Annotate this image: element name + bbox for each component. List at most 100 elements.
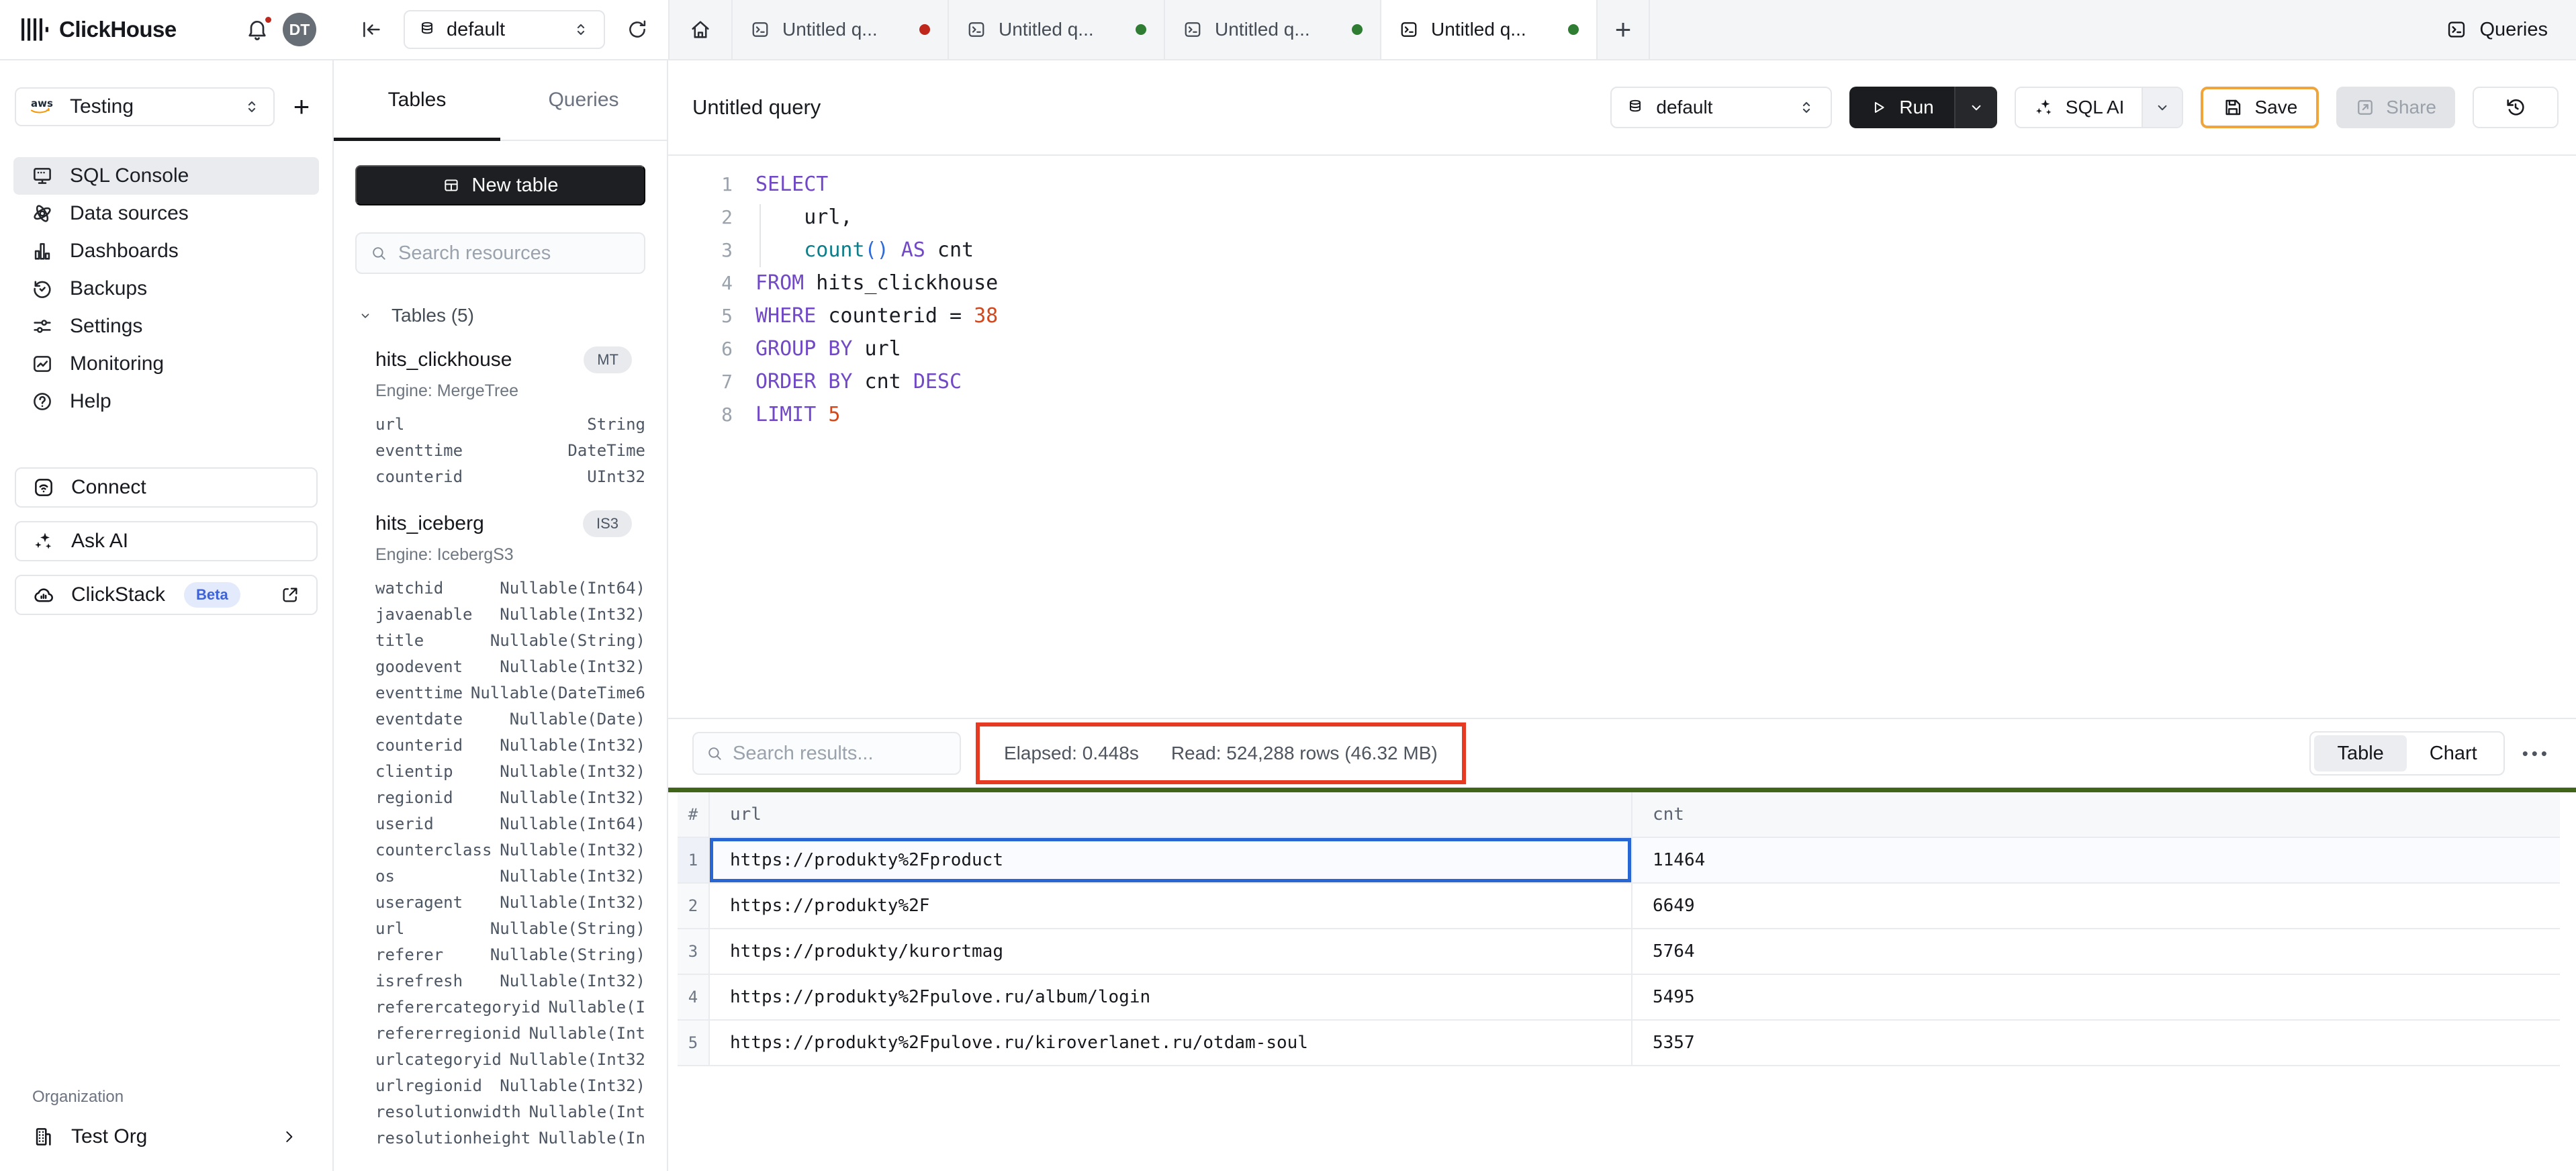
sidebar-action-clickstack[interactable]: ClickStackBeta <box>15 575 318 615</box>
sidebar-item-data-sources[interactable]: Data sources <box>13 195 319 232</box>
column-row[interactable]: titleNullable(String) <box>334 628 667 654</box>
column-row[interactable]: goodeventNullable(Int32) <box>334 654 667 680</box>
share-button[interactable]: Share <box>2336 87 2455 128</box>
column-row[interactable]: eventtimeDateTime <box>334 438 667 464</box>
url-cell[interactable]: https://produkty%2Fproduct <box>710 838 1631 882</box>
column-row[interactable]: counterclassNullable(Int32) <box>334 837 667 863</box>
cnt-cell[interactable]: 5764 <box>1631 929 2560 974</box>
row-index-cell[interactable]: 3 <box>678 929 710 974</box>
query-tab[interactable]: Untitled q... <box>949 0 1165 59</box>
column-row[interactable]: clientipNullable(Int32) <box>334 759 667 785</box>
cnt-cell[interactable]: 11464 <box>1631 838 2560 882</box>
sidebar-item-help[interactable]: Help <box>13 383 319 420</box>
column-row[interactable]: resolutionwidthNullable(Int <box>334 1099 667 1125</box>
line-chart-icon <box>31 353 54 375</box>
sidebar-action-connect[interactable]: Connect <box>15 467 318 508</box>
column-row[interactable]: counteridUInt32 <box>334 464 667 490</box>
resource-table-header[interactable]: hits_clickhouseMT <box>334 346 667 373</box>
column-name: eventtime <box>375 680 463 706</box>
url-cell[interactable]: https://produkty%2F <box>710 884 1631 928</box>
column-header-url[interactable]: url <box>710 792 1631 837</box>
column-row[interactable]: watchidNullable(Int64) <box>334 575 667 602</box>
clickhouse-logo[interactable]: ClickHouse <box>21 17 177 42</box>
view-toggle-table[interactable]: Table <box>2314 735 2406 771</box>
column-row[interactable]: resolutionheightNullable(In <box>334 1125 667 1152</box>
column-row[interactable]: eventtimeNullable(DateTime6 <box>334 680 667 706</box>
column-row[interactable]: refererNullable(String) <box>334 942 667 968</box>
resources-tab-tables[interactable]: Tables <box>334 60 500 140</box>
sidebar-item-dashboards[interactable]: Dashboards <box>13 232 319 270</box>
view-toggle-chart[interactable]: Chart <box>2407 735 2500 771</box>
header-database-select[interactable]: default <box>404 10 605 49</box>
sql-ai-button[interactable]: SQL AI <box>2016 88 2142 127</box>
query-title[interactable]: Untitled query <box>692 95 821 120</box>
column-row[interactable]: eventdateNullable(Date) <box>334 706 667 733</box>
column-row[interactable]: counteridNullable(Int32) <box>334 733 667 759</box>
row-index-cell[interactable]: 5 <box>678 1021 710 1065</box>
column-row[interactable]: urlregionidNullable(Int32) <box>334 1073 667 1099</box>
row-index-cell[interactable]: 4 <box>678 975 710 1019</box>
resource-table-name: hits_iceberg <box>375 512 484 535</box>
cnt-cell[interactable]: 6649 <box>1631 884 2560 928</box>
column-row[interactable]: useridNullable(Int64) <box>334 811 667 837</box>
run-button[interactable]: Run <box>1849 87 1953 128</box>
sidebar-action-label: Connect <box>71 476 146 499</box>
column-row[interactable]: urlNullable(String) <box>334 916 667 942</box>
results-more-menu-button[interactable]: ••• <box>2522 743 2550 764</box>
column-row[interactable]: urlcategoryidNullable(Int32 <box>334 1047 667 1073</box>
home-button[interactable] <box>670 0 733 59</box>
column-row[interactable]: refererregionidNullable(Int <box>334 1021 667 1047</box>
save-button[interactable]: Save <box>2201 87 2319 128</box>
column-header-cnt[interactable]: cnt <box>1631 792 2560 837</box>
new-tab-button[interactable]: + <box>1598 0 1650 59</box>
brand-name: ClickHouse <box>59 17 177 42</box>
row-index-cell[interactable]: 1 <box>678 838 710 882</box>
organization-button[interactable]: Test Org <box>15 1125 318 1148</box>
column-row[interactable]: urlString <box>334 412 667 438</box>
cnt-cell[interactable]: 5357 <box>1631 1021 2560 1065</box>
query-tab[interactable]: Untitled q... <box>733 0 949 59</box>
queries-button[interactable]: Queries <box>2418 0 2576 59</box>
query-history-button[interactable] <box>2473 87 2559 128</box>
row-index-cell[interactable]: 2 <box>678 884 710 928</box>
column-header-index[interactable]: # <box>678 792 710 837</box>
results-divider[interactable] <box>668 788 2576 792</box>
workspace-selector[interactable]: aws Testing <box>15 87 275 126</box>
add-service-button[interactable]: + <box>284 89 319 124</box>
query-tab[interactable]: Untitled q... <box>1165 0 1381 59</box>
url-cell[interactable]: https://produkty/kurortmag <box>710 929 1631 974</box>
refresh-button[interactable] <box>623 15 652 44</box>
user-avatar[interactable]: DT <box>283 13 316 46</box>
column-row[interactable]: javaenableNullable(Int32) <box>334 602 667 628</box>
resources-search[interactable] <box>355 232 645 274</box>
sql-ai-options-button[interactable] <box>2142 88 2182 127</box>
column-row[interactable]: regionidNullable(Int32) <box>334 785 667 811</box>
resources-search-input[interactable] <box>398 242 631 265</box>
results-search[interactable] <box>692 732 961 775</box>
results-panel: Elapsed: 0.448s Read: 524,288 rows (46.3… <box>668 718 2576 1171</box>
cnt-cell[interactable]: 5495 <box>1631 975 2560 1019</box>
collapse-sidebar-button[interactable] <box>357 15 386 44</box>
editor-database-select[interactable]: default <box>1610 87 1832 128</box>
new-table-button[interactable]: New table <box>355 165 645 205</box>
query-tab[interactable]: Untitled q... <box>1381 0 1598 59</box>
run-options-button[interactable] <box>1956 87 1997 128</box>
sidebar-item-sql-console[interactable]: SQL Console <box>13 157 319 195</box>
sidebar-item-monitoring[interactable]: Monitoring <box>13 345 319 383</box>
resources-tab-queries[interactable]: Queries <box>500 60 667 140</box>
sql-editor[interactable]: 1SELECT2 url,3 count() AS cnt4FROM hits_… <box>668 156 2576 718</box>
sidebar-item-backups[interactable]: Backups <box>13 270 319 308</box>
column-row[interactable]: isrefreshNullable(Int32) <box>334 968 667 994</box>
sidebar-item-settings[interactable]: Settings <box>13 308 319 345</box>
results-search-input[interactable] <box>733 743 948 765</box>
notifications-bell-button[interactable] <box>244 16 271 43</box>
column-row[interactable]: useragentNullable(Int32) <box>334 890 667 916</box>
tables-group-header[interactable]: Tables (5) <box>358 305 667 326</box>
workspace-row: aws Testing + <box>15 87 319 126</box>
column-row[interactable]: osNullable(Int32) <box>334 863 667 890</box>
url-cell[interactable]: https://produkty%2Fpulove.ru/kiroverlane… <box>710 1021 1631 1065</box>
sidebar-action-ask-ai[interactable]: Ask AI <box>15 521 318 561</box>
column-row[interactable]: referercategoryidNullable(I <box>334 994 667 1021</box>
resource-table-header[interactable]: hits_icebergIS3 <box>334 510 667 537</box>
url-cell[interactable]: https://produkty%2Fpulove.ru/album/login <box>710 975 1631 1019</box>
